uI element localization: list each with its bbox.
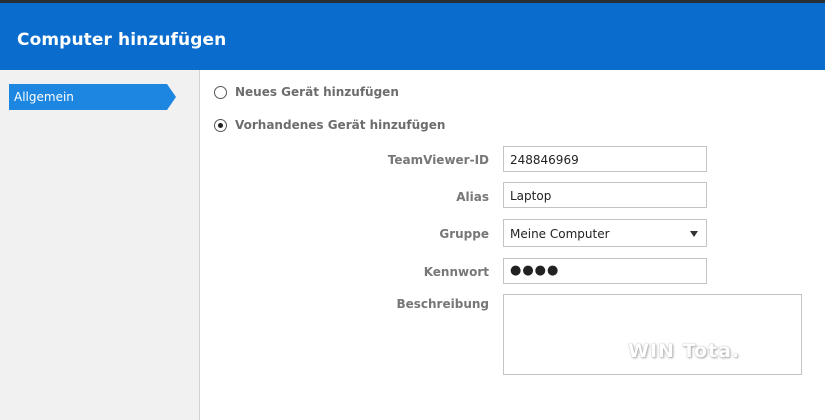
description-label: Beschreibung bbox=[396, 297, 489, 311]
password-input[interactable]: ●●●● bbox=[503, 258, 707, 284]
dialog-header: Computer hinzufügen bbox=[0, 3, 825, 70]
radio-button-unchecked[interactable] bbox=[214, 86, 227, 99]
radio-new-device-label: Neues Gerät hinzufügen bbox=[235, 85, 399, 99]
dialog-title: Computer hinzufügen bbox=[17, 30, 227, 50]
teamviewer-id-value: 248846969 bbox=[510, 153, 579, 167]
watermark-logo: WIN Tota. bbox=[628, 340, 741, 362]
radio-existing-device-label: Vorhandenes Gerät hinzufügen bbox=[235, 118, 446, 132]
alias-value: Laptop bbox=[510, 189, 552, 203]
teamviewer-id-label: TeamViewer-ID bbox=[387, 153, 489, 167]
description-textarea[interactable] bbox=[503, 294, 802, 375]
sidebar-item-allgemein[interactable]: Allgemein bbox=[9, 84, 176, 110]
chevron-down-icon[interactable] bbox=[690, 231, 698, 237]
teamviewer-id-input[interactable]: 248846969 bbox=[503, 146, 707, 172]
group-label: Gruppe bbox=[439, 227, 489, 241]
group-value: Meine Computer bbox=[510, 227, 610, 241]
sidebar-item-label: Allgemein bbox=[14, 90, 74, 104]
sidebar: Allgemein bbox=[0, 70, 200, 420]
radio-button-checked[interactable] bbox=[214, 119, 227, 132]
alias-input[interactable]: Laptop bbox=[503, 182, 707, 208]
password-value: ●●●● bbox=[510, 263, 560, 278]
group-select[interactable]: Meine Computer bbox=[503, 219, 707, 247]
alias-label: Alias bbox=[456, 190, 489, 204]
password-label: Kennwort bbox=[423, 265, 489, 279]
